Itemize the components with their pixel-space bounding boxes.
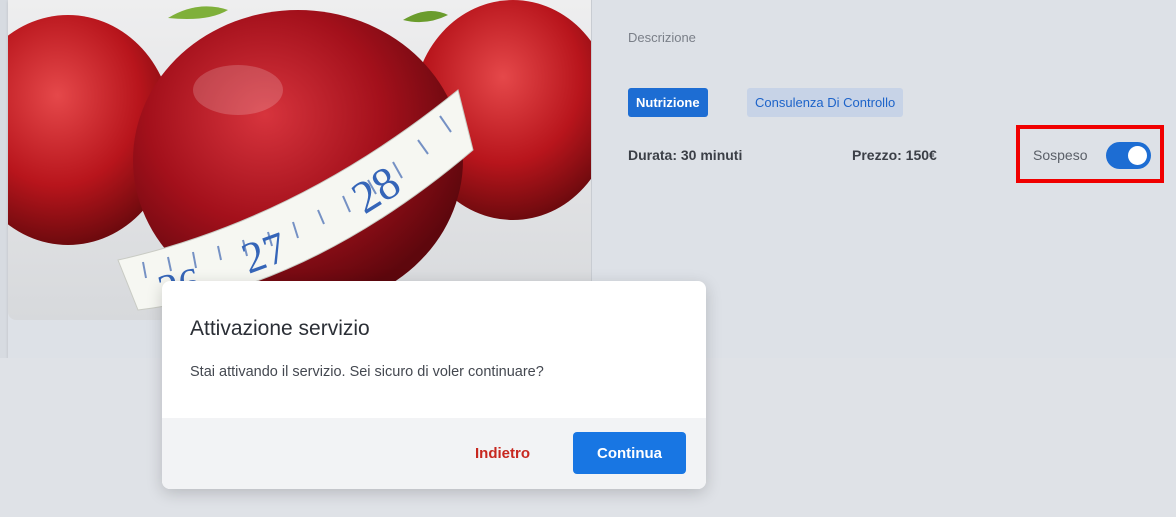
description-label: Descrizione <box>628 30 696 45</box>
apple-tape-illustration: 26 27 28 <box>8 0 591 320</box>
continue-button[interactable]: Continua <box>573 432 686 474</box>
back-button[interactable]: Indietro <box>475 445 530 462</box>
tag-consulenza: Consulenza Di Controllo <box>747 88 904 117</box>
toggle-knob <box>1128 146 1147 165</box>
confirm-dialog: Attivazione servizio Stai attivando il s… <box>162 281 706 489</box>
status-toggle[interactable] <box>1106 142 1151 169</box>
status-label: Sospeso <box>1033 147 1088 163</box>
tag-nutrizione: Nutrizione <box>628 88 708 117</box>
duration-text: Durata: 30 minuti <box>628 147 743 163</box>
service-image: 26 27 28 <box>8 0 592 320</box>
dialog-message: Stai attivando il servizio. Sei sicuro d… <box>190 364 544 380</box>
dialog-title: Attivazione servizio <box>190 317 370 340</box>
dialog-footer: Indietro Continua <box>162 418 706 489</box>
price-text: Prezzo: 150€ <box>852 147 937 163</box>
